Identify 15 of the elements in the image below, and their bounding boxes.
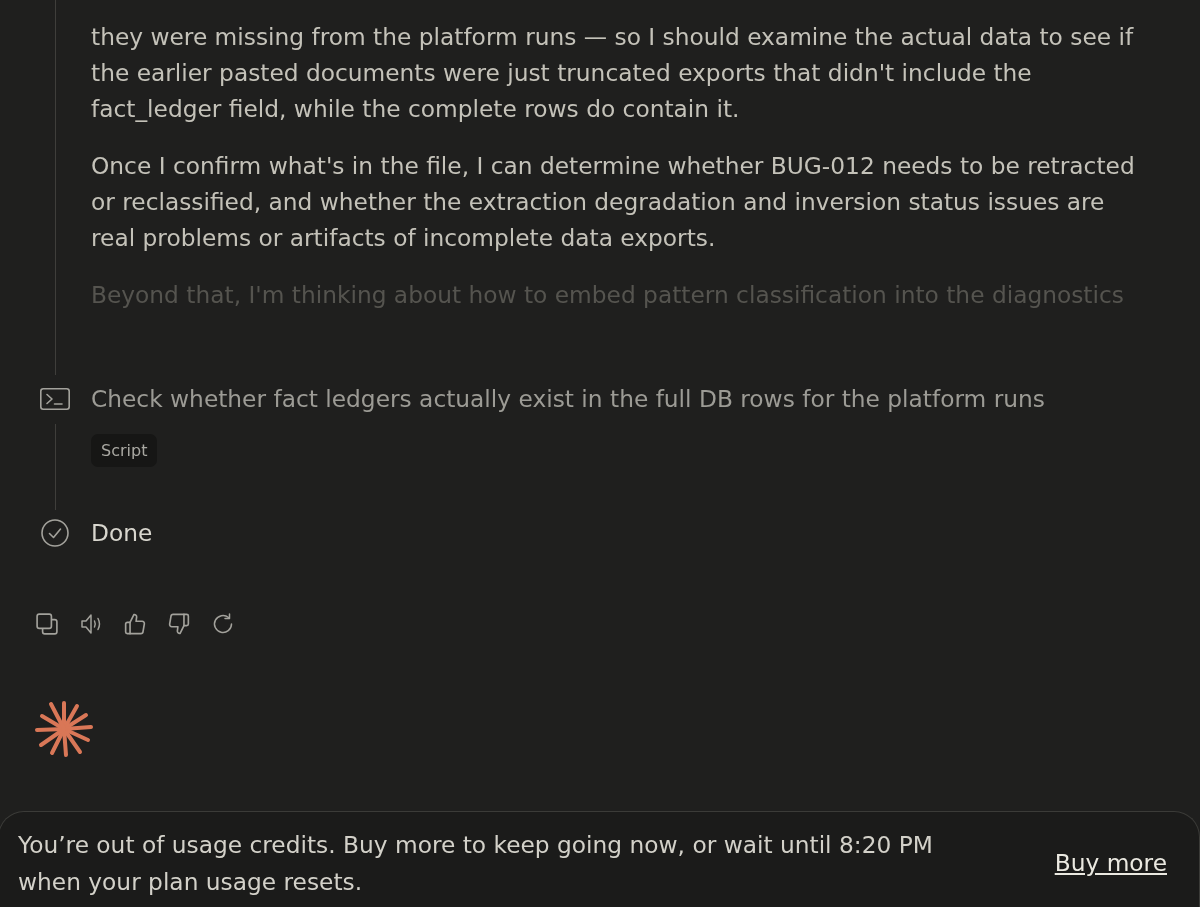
thumbs-up-icon[interactable] <box>124 613 146 635</box>
terminal-icon <box>40 388 70 410</box>
thumbs-down-icon[interactable] <box>168 613 190 635</box>
thinking-paragraph: Once I confirm what's in the file, I can determine whether BUG-012 needs to be retracted or reclassified, and whether the extraction degradation and inversion status issues are real problems or artifacts of incomplete data exports. <box>91 151 1136 253</box>
step-title: Check whether fact ledgers actually exist in the full DB rows for the platform runs <box>91 384 1046 414</box>
script-tag: Script <box>91 434 158 467</box>
check-circle-icon <box>41 519 69 547</box>
thinking-paragraph: they were missing from the platform runs — so I should examine the actual data to see if the earlier pasted documents were just truncated exports that didn't include the fact_ledger field, while the complete rows do contain it. <box>91 22 1135 124</box>
retry-icon[interactable] <box>212 613 234 635</box>
buy-more-link[interactable]: Buy more <box>1054 844 1167 881</box>
sparkle-icon <box>35 700 93 758</box>
usage-message: You’re out of usage credits. Buy more to keep going now, or wait until 8:20 PM when your plan usage resets. <box>18 830 934 897</box>
done-label: Done <box>91 518 154 548</box>
copy-icon[interactable] <box>36 613 58 635</box>
speaker-icon[interactable] <box>80 613 102 635</box>
